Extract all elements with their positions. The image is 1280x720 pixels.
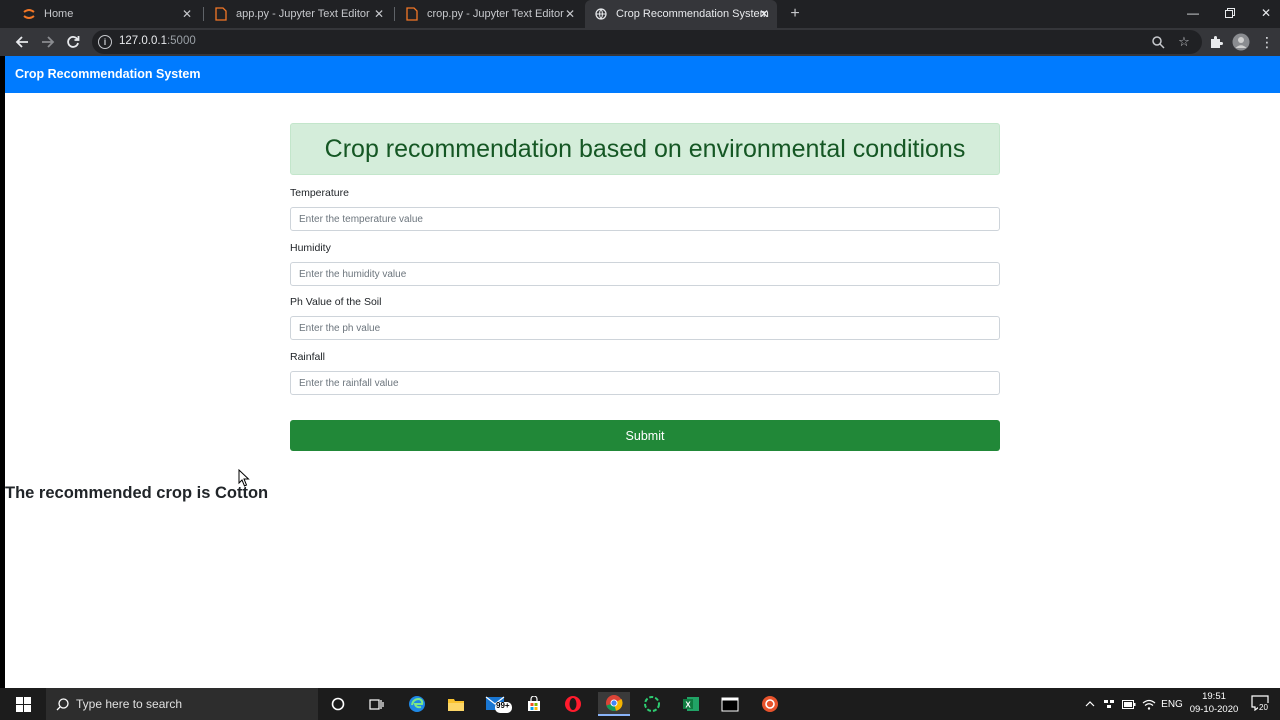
humidity-group: Humidity: [290, 242, 1000, 286]
edge-icon[interactable]: [402, 692, 432, 716]
mail-badge: 99+: [496, 701, 510, 710]
rainfall-group: Rainfall: [290, 351, 1000, 395]
show-hidden-icons-icon[interactable]: [1083, 688, 1097, 720]
clock[interactable]: 19:51 09-10-2020: [1183, 690, 1245, 716]
page-title: Crop recommendation based on environment…: [290, 123, 1000, 175]
submit-button[interactable]: Submit: [290, 420, 1000, 451]
address-bar[interactable]: i 127.0.0.1:5000 ☆: [92, 30, 1202, 54]
zoom-icon[interactable]: [1150, 34, 1166, 50]
windows-start-icon[interactable]: [0, 688, 46, 720]
url-text[interactable]: 127.0.0.1:5000: [119, 35, 196, 47]
rainfall-input[interactable]: [290, 371, 1000, 395]
site-info-icon[interactable]: i: [98, 35, 112, 49]
navbar-brand[interactable]: Crop Recommendation System: [15, 67, 200, 81]
tab-app-py[interactable]: app.py - Jupyter Text Editor ✕: [204, 0, 392, 28]
menu-icon[interactable]: ⋮: [1257, 32, 1277, 52]
forward-icon[interactable]: [38, 32, 58, 52]
mouse-cursor-icon: [238, 469, 250, 487]
opera-icon[interactable]: [558, 692, 588, 716]
notification-icon[interactable]: 20: [1250, 694, 1270, 714]
url-host: 127.0.0.1: [119, 35, 167, 47]
loader-app-icon[interactable]: [637, 692, 667, 716]
browser-toolbar: i 127.0.0.1:5000 ☆ ⋮: [0, 28, 1280, 56]
url-port: :5000: [166, 35, 196, 47]
tab-title: crop.py - Jupyter Text Editor: [427, 8, 564, 20]
tab-crop-recommendation[interactable]: Crop Recommendation System ✕: [585, 0, 777, 28]
restore-icon[interactable]: [1212, 0, 1248, 26]
cortana-icon[interactable]: [323, 692, 353, 716]
mail-icon[interactable]: 99+: [483, 692, 513, 716]
terminal-icon[interactable]: [715, 692, 745, 716]
tab-home[interactable]: Home ✕: [12, 0, 200, 28]
result-text: The recommended crop is Cotton: [5, 484, 269, 502]
temperature-input[interactable]: [290, 207, 1000, 231]
humidity-label: Humidity: [290, 242, 331, 254]
battery-icon[interactable]: [1121, 688, 1137, 720]
temperature-label: Temperature: [290, 187, 349, 199]
clock-date: 09-10-2020: [1189, 704, 1239, 715]
form-container: Crop recommendation based on environment…: [290, 123, 1000, 451]
close-icon[interactable]: ✕: [757, 7, 771, 21]
new-tab-icon[interactable]: +: [786, 5, 804, 23]
file-explorer-icon[interactable]: [441, 692, 471, 716]
close-icon[interactable]: ✕: [372, 7, 386, 21]
tab-title: Crop Recommendation System: [616, 8, 769, 20]
close-icon[interactable]: ✕: [180, 7, 194, 21]
close-icon[interactable]: ✕: [563, 7, 577, 21]
profile-avatar[interactable]: [1231, 32, 1251, 52]
tab-title: Home: [44, 8, 74, 20]
language-indicator[interactable]: ENG: [1160, 688, 1184, 720]
chrome-icon[interactable]: [598, 692, 630, 716]
recorder-icon[interactable]: [755, 692, 785, 716]
taskbar-search-box[interactable]: Type here to search: [46, 688, 318, 720]
file-icon: [405, 7, 419, 21]
taskbar: Type here to search 99+ X ENG 19:51 09-1…: [0, 688, 1280, 720]
excel-icon[interactable]: X: [676, 692, 706, 716]
globe-icon: [594, 7, 608, 21]
search-icon: [54, 696, 70, 712]
svg-text:X: X: [685, 701, 691, 710]
search-placeholder: Type here to search: [76, 697, 183, 711]
navbar: Crop Recommendation System: [5, 56, 1280, 93]
extensions-icon[interactable]: [1206, 32, 1226, 52]
tab-title: app.py - Jupyter Text Editor: [236, 8, 370, 20]
network-share-icon[interactable]: [1101, 688, 1117, 720]
minimize-icon[interactable]: —: [1175, 0, 1211, 26]
ph-label: Ph Value of the Soil: [290, 296, 382, 308]
wifi-icon[interactable]: [1141, 688, 1157, 720]
tab-crop-py[interactable]: crop.py - Jupyter Text Editor ✕: [395, 0, 583, 28]
file-icon: [214, 7, 228, 21]
jupyter-icon: [22, 7, 36, 21]
back-icon[interactable]: [12, 32, 32, 52]
temperature-group: Temperature: [290, 187, 1000, 231]
bookmark-star-icon[interactable]: ☆: [1176, 34, 1192, 50]
page-viewport: Crop Recommendation System Crop recommen…: [5, 56, 1280, 688]
rainfall-label: Rainfall: [290, 351, 326, 363]
browser-tab-strip: Home ✕ app.py - Jupyter Text Editor ✕ cr…: [0, 0, 1280, 28]
humidity-input[interactable]: [290, 262, 1000, 286]
reload-icon[interactable]: [63, 32, 83, 52]
store-icon[interactable]: [519, 692, 549, 716]
ph-input[interactable]: [290, 316, 1000, 340]
task-view-icon[interactable]: [361, 692, 391, 716]
clock-time: 19:51: [1202, 691, 1226, 702]
ph-group: Ph Value of the Soil: [290, 296, 1000, 340]
notification-count: 20: [1258, 703, 1269, 712]
window-close-icon[interactable]: ✕: [1248, 0, 1280, 26]
